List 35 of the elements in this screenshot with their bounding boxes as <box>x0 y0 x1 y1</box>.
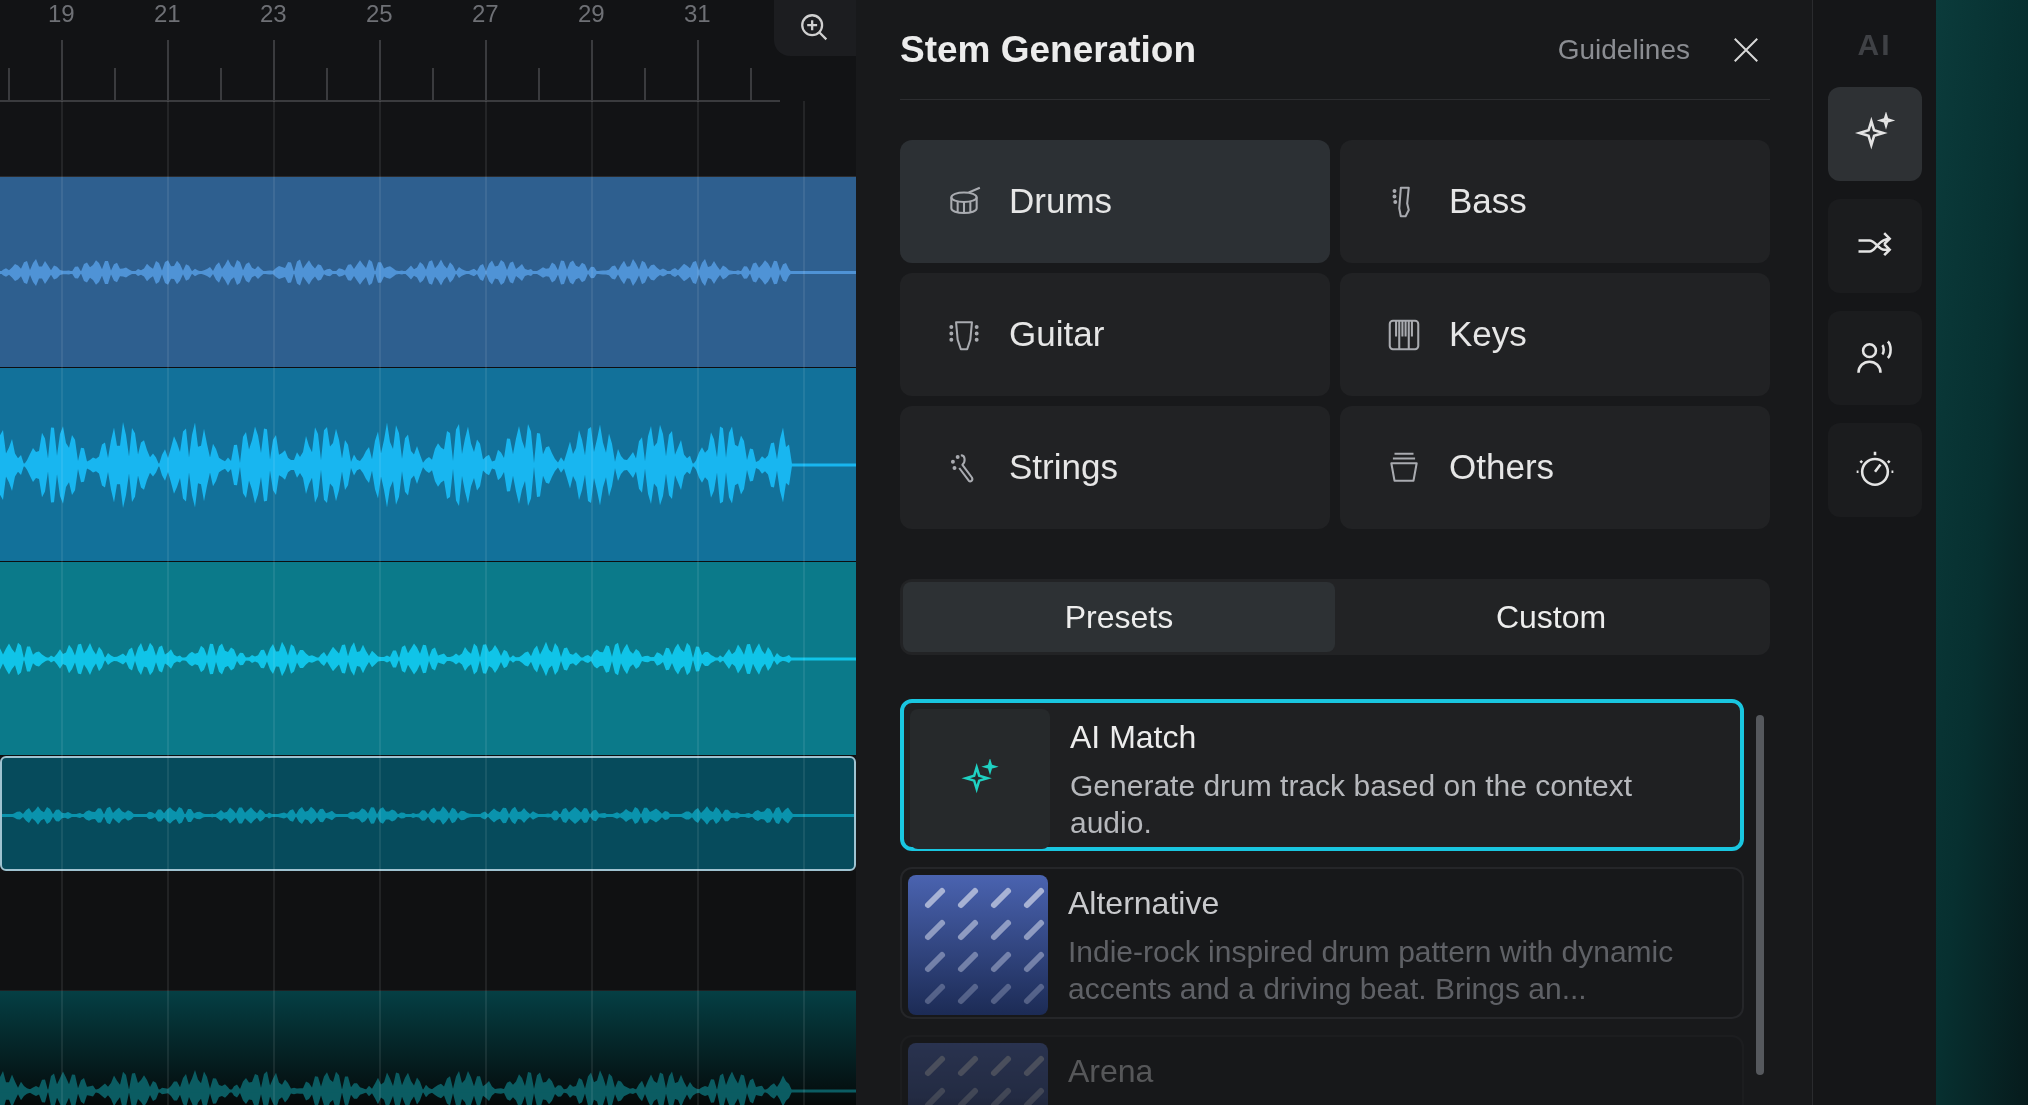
instrument-button[interactable]: Strings <box>900 406 1330 529</box>
scrollbar[interactable] <box>1756 715 1764 1075</box>
segment-tab[interactable]: Custom <box>1335 582 1767 652</box>
tool-button[interactable] <box>1827 423 1922 517</box>
preset-card[interactable]: Alternative Indie-rock inspired drum pattern with dynamic accents and a driving beat. Brings an... <box>900 867 1744 1019</box>
instrument-button[interactable]: Others <box>1340 406 1770 529</box>
tool-button[interactable] <box>1827 311 1922 405</box>
tool-button[interactable] <box>1827 199 1922 293</box>
ruler-label: 19 <box>48 0 75 29</box>
preset-card[interactable]: AI Match Generate drum track based on the context audio. <box>900 699 1744 851</box>
ruler-label: 29 <box>578 0 605 29</box>
audio-clip[interactable] <box>0 991 856 1105</box>
ruler-label: 23 <box>260 0 287 29</box>
preset-title: Alternative <box>1068 884 1221 923</box>
preset-description: Generate drum track based on the context audio. <box>1070 768 1633 841</box>
instrument-button[interactable]: Keys <box>1340 273 1770 396</box>
preset-description: Indie-rock inspired drum pattern with dynamic accents and a driving beat. Brings an... <box>1068 934 1675 1007</box>
ruler-label: 25 <box>366 0 393 29</box>
segment-tab[interactable]: Presets <box>903 582 1335 652</box>
guidelines-link[interactable]: Guidelines <box>1557 28 1690 71</box>
ruler-label: 21 <box>154 0 181 29</box>
preset-title: Arena <box>1068 1052 1154 1091</box>
instrument-button[interactable]: Drums <box>900 140 1330 263</box>
preset-title: AI Match <box>1070 718 1198 757</box>
ruler-label: 27 <box>472 0 499 29</box>
tool-button[interactable] <box>1827 87 1922 181</box>
ruler-label: 31 <box>684 0 711 29</box>
instrument-button[interactable]: Bass <box>1340 140 1770 263</box>
audio-clip[interactable] <box>0 177 856 368</box>
audio-clip[interactable] <box>0 756 856 871</box>
panel-title: Stem Generation <box>900 27 1197 72</box>
audio-clip[interactable] <box>0 562 856 756</box>
zoom-in-button[interactable] <box>774 0 856 56</box>
audio-clip[interactable] <box>0 368 856 562</box>
instrument-button[interactable]: Guitar <box>900 273 1330 396</box>
